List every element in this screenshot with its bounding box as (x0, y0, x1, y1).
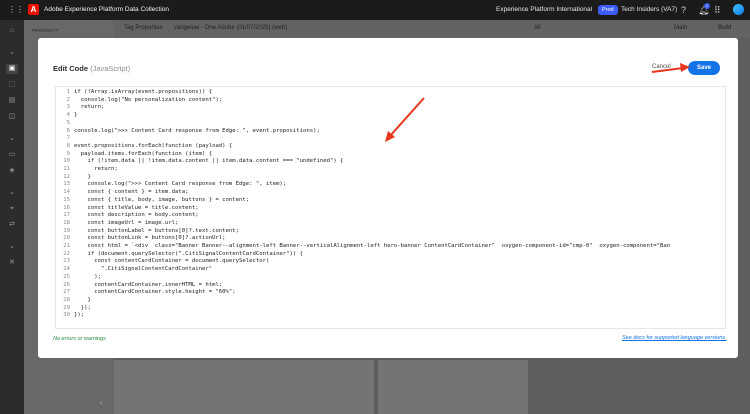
annotation-arrow-save (651, 67, 684, 73)
annotation-arrowhead-save (680, 63, 690, 72)
annotation-arrows (385, 63, 690, 142)
annotation-arrow-code (389, 97, 425, 137)
